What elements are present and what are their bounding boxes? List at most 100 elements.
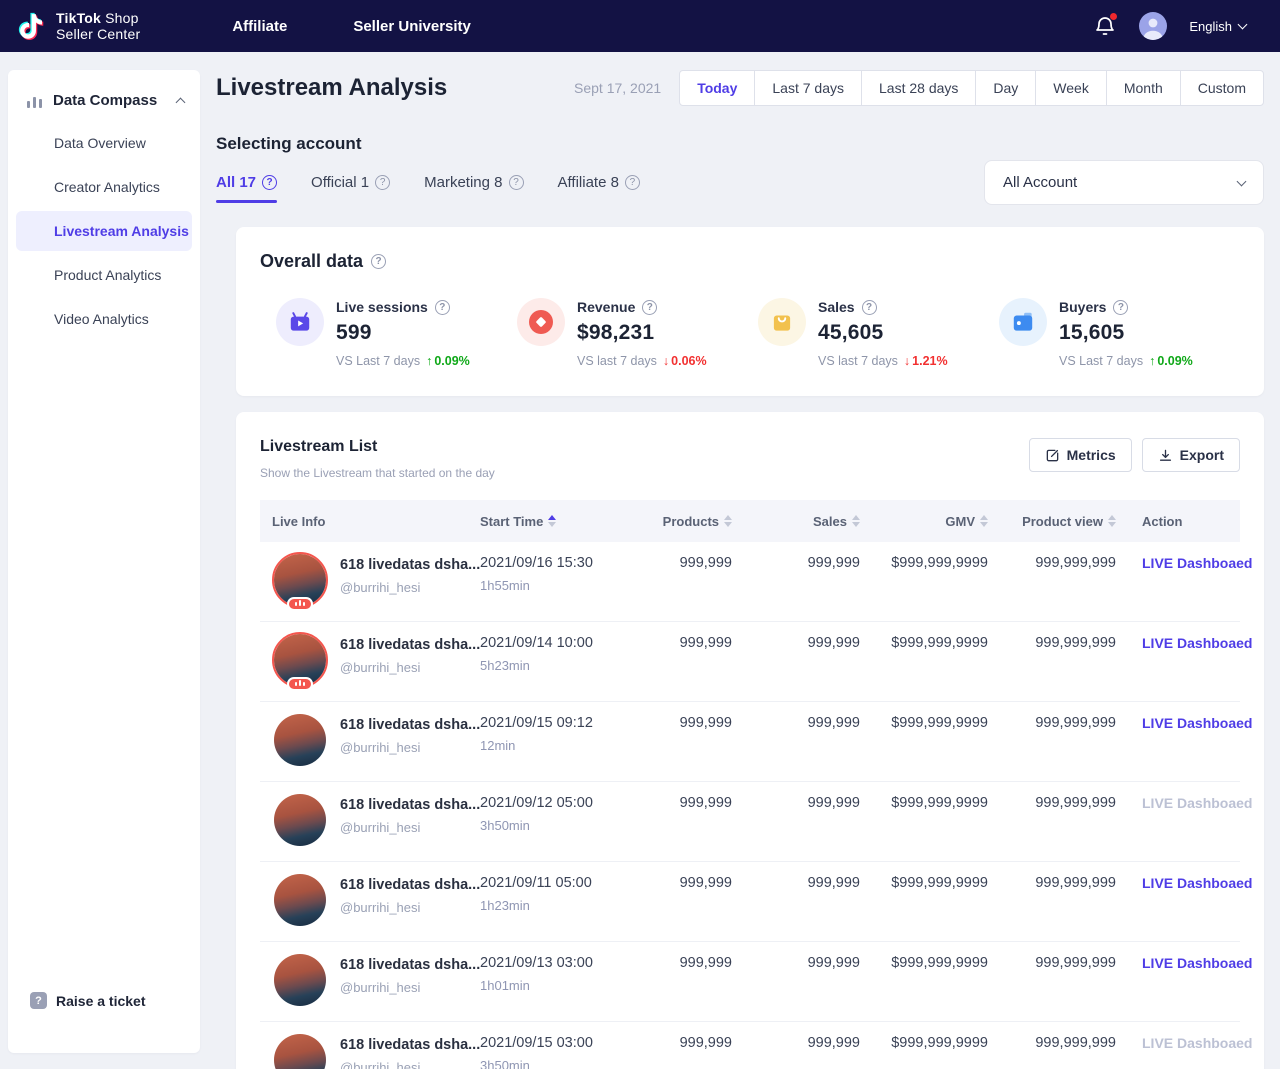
tab-label: Affiliate 8	[558, 174, 619, 191]
tab-marketing[interactable]: Marketing 8	[424, 174, 523, 203]
range-last7days-button[interactable]: Last 7 days	[754, 70, 862, 106]
col-products[interactable]: Products	[634, 500, 734, 542]
col-sales[interactable]: Sales	[734, 500, 862, 542]
metric-compare-label: VS last 7 days	[577, 354, 657, 368]
livestream-title: 618 livedatas dsha...	[340, 637, 480, 653]
tiktok-shop-logo[interactable]: TikTok Shop Seller Center	[18, 9, 140, 43]
page-title: Livestream Analysis	[216, 74, 447, 102]
revenue-icon	[517, 298, 565, 346]
livestream-table: Live Info Start Time Products Sales GMV …	[260, 500, 1240, 1069]
streamer-handle: @burrihi_hesi	[340, 660, 480, 675]
account-dropdown[interactable]: All Account	[984, 160, 1264, 205]
tab-official[interactable]: Official 1	[311, 174, 390, 203]
metric-sales: Sales 45,605 VS last 7 days ↓1.21%	[758, 298, 999, 368]
range-custom-button[interactable]: Custom	[1180, 70, 1264, 106]
live-badge-icon	[287, 597, 313, 611]
sidebar-section-label: Data Compass	[53, 92, 167, 109]
sales-icon	[758, 298, 806, 346]
products-value: 999,999	[634, 702, 734, 782]
live-dashboard-link[interactable]: LIVE Dashboaed	[1142, 635, 1252, 651]
streamer-avatar[interactable]	[272, 872, 328, 928]
livestream-list-card: Livestream List Show the Livestream that…	[236, 412, 1264, 1069]
nav-affiliate[interactable]: Affiliate	[232, 18, 287, 35]
start-time: 2021/09/14 10:00	[480, 635, 632, 651]
tab-all[interactable]: All 17	[216, 174, 277, 203]
metrics-button[interactable]: Metrics	[1029, 438, 1132, 472]
overall-data-heading: Overall data	[260, 251, 363, 272]
livestream-list-heading: Livestream List	[260, 438, 495, 456]
tab-label: Official 1	[311, 174, 369, 191]
table-row: 618 livedatas dsha...@burrihi_hesi 2021/…	[260, 782, 1240, 862]
col-start-time[interactable]: Start Time	[468, 500, 634, 542]
nav-seller-university[interactable]: Seller University	[353, 18, 471, 35]
user-avatar[interactable]	[1139, 12, 1167, 40]
export-button[interactable]: Export	[1142, 438, 1240, 472]
help-circle-icon[interactable]	[262, 175, 277, 190]
col-gmv[interactable]: GMV	[862, 500, 990, 542]
help-circle-icon[interactable]	[642, 300, 657, 315]
metric-compare-label: VS Last 7 days	[1059, 354, 1143, 368]
help-circle-icon[interactable]	[862, 300, 877, 315]
sidebar-item-video-analytics[interactable]: Video Analytics	[16, 299, 192, 339]
streamer-handle: @burrihi_hesi	[340, 1060, 480, 1069]
live-sessions-icon	[276, 298, 324, 346]
live-dashboard-link[interactable]: LIVE Dashboaed	[1142, 875, 1252, 891]
livestream-title: 618 livedatas dsha...	[340, 877, 480, 893]
sidebar-section-data-compass[interactable]: Data Compass	[8, 92, 200, 119]
range-week-button[interactable]: Week	[1035, 70, 1107, 106]
streamer-avatar[interactable]	[272, 632, 328, 688]
product-view-value: 999,999,999	[990, 702, 1118, 782]
products-value: 999,999	[634, 862, 734, 942]
sales-value: 999,999	[734, 542, 862, 622]
sidebar-item-product-analytics[interactable]: Product Analytics	[16, 255, 192, 295]
start-time: 2021/09/12 05:00	[480, 795, 632, 811]
tiktok-note-icon	[18, 9, 48, 43]
help-circle-icon[interactable]	[371, 254, 386, 269]
col-product-view[interactable]: Product view	[990, 500, 1118, 542]
live-dashboard-link[interactable]: LIVE Dashboaed	[1142, 715, 1252, 731]
table-row: 618 livedatas dsha...@burrihi_hesi 2021/…	[260, 702, 1240, 782]
sales-value: 999,999	[734, 782, 862, 862]
products-value: 999,999	[634, 542, 734, 622]
help-circle-icon[interactable]	[435, 300, 450, 315]
livestream-title: 618 livedatas dsha...	[340, 1037, 480, 1053]
help-circle-icon[interactable]	[625, 175, 640, 190]
range-day-button[interactable]: Day	[975, 70, 1036, 106]
range-last28days-button[interactable]: Last 28 days	[861, 70, 976, 106]
table-row: 618 livedatas dsha...@burrihi_hesi 2021/…	[260, 942, 1240, 1022]
sidebar-item-data-overview[interactable]: Data Overview	[16, 123, 192, 163]
streamer-avatar[interactable]	[272, 712, 328, 768]
duration: 1h23min	[480, 898, 632, 913]
raise-a-ticket-button[interactable]: Raise a ticket	[30, 992, 146, 1009]
product-view-value: 999,999,999	[990, 542, 1118, 622]
start-time: 2021/09/15 09:12	[480, 715, 632, 731]
streamer-avatar[interactable]	[272, 552, 328, 608]
duration: 3h50min	[480, 1058, 632, 1069]
sort-icon	[724, 515, 732, 527]
chevron-down-icon	[1238, 20, 1248, 30]
tab-affiliate[interactable]: Affiliate 8	[558, 174, 640, 203]
streamer-handle: @burrihi_hesi	[340, 580, 480, 595]
notification-bell-icon[interactable]	[1093, 14, 1117, 38]
streamer-avatar[interactable]	[272, 792, 328, 848]
language-selector[interactable]: English	[1189, 19, 1246, 34]
range-month-button[interactable]: Month	[1106, 70, 1181, 106]
overall-data-card: Overall data Live sessions 599	[236, 227, 1264, 396]
range-today-button[interactable]: Today	[679, 70, 755, 106]
streamer-avatar[interactable]	[272, 952, 328, 1008]
live-badge-icon	[287, 677, 313, 691]
gmv-value: $999,999,9999	[862, 862, 990, 942]
metric-live-sessions: Live sessions 599 VS Last 7 days ↑0.09%	[276, 298, 517, 368]
streamer-avatar[interactable]	[272, 1032, 328, 1069]
help-circle-icon[interactable]	[1113, 300, 1128, 315]
products-value: 999,999	[634, 782, 734, 862]
start-time: 2021/09/16 15:30	[480, 555, 632, 571]
chevron-up-icon	[176, 97, 186, 107]
live-dashboard-link[interactable]: LIVE Dashboaed	[1142, 955, 1252, 971]
live-dashboard-link[interactable]: LIVE Dashboaed	[1142, 555, 1252, 571]
help-circle-icon[interactable]	[509, 175, 524, 190]
help-circle-icon[interactable]	[375, 175, 390, 190]
sidebar-item-creator-analytics[interactable]: Creator Analytics	[16, 167, 192, 207]
sidebar-item-livestream-analysis[interactable]: Livestream Analysis	[16, 211, 192, 251]
product-view-value: 999,999,999	[990, 942, 1118, 1022]
